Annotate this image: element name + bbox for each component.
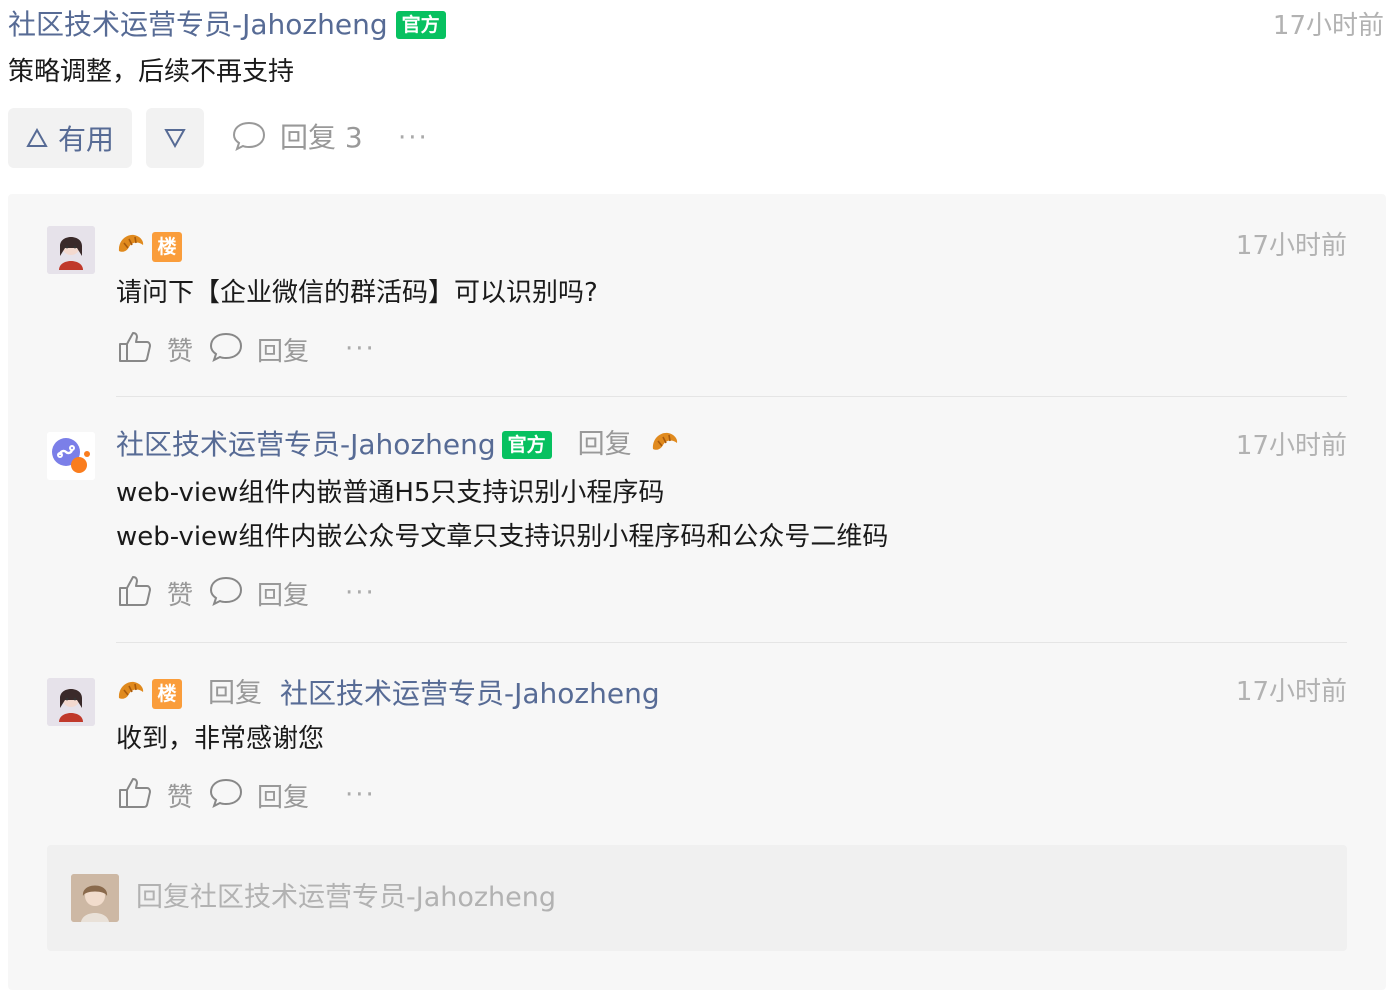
like-label[interactable]: 赞	[167, 331, 193, 368]
official-avatar-image	[47, 432, 95, 480]
reply-2-actions: 赞 回复 ···	[117, 574, 376, 612]
top-reply-button[interactable]: 回复 3	[232, 120, 363, 156]
croissant-icon	[116, 231, 146, 263]
reply-word: 回复	[208, 678, 262, 709]
top-comment-author[interactable]: 社区技术运营专员-Jahozheng	[8, 8, 388, 42]
more-button[interactable]: ···	[345, 580, 376, 606]
thumbs-up-icon[interactable]	[117, 330, 153, 368]
top-reply-label: 回复 3	[280, 121, 363, 154]
reply-3-actions: 赞 回复 ···	[117, 776, 376, 814]
downvote-button[interactable]	[146, 108, 204, 168]
comment-bubble-icon	[232, 120, 266, 156]
top-comment-header: 社区技术运营专员-Jahozheng 官方	[8, 8, 446, 42]
divider	[116, 642, 1347, 643]
reply-3-content: 收到，非常感谢您	[116, 724, 325, 754]
user-avatar-image	[47, 226, 95, 274]
floor-owner-badge: 楼	[152, 679, 182, 709]
avatar[interactable]	[47, 226, 95, 274]
reply-input-placeholder[interactable]: 回复社区技术运营专员-Jahozheng	[136, 882, 556, 914]
reply-label[interactable]: 回复	[257, 575, 309, 612]
reply-3-header: 楼 回复 社区技术运营专员-Jahozheng	[116, 677, 660, 711]
more-button[interactable]: ···	[345, 782, 376, 808]
top-more-button[interactable]: ···	[398, 125, 429, 151]
reply-to-author[interactable]: 社区技术运营专员-Jahozheng	[280, 677, 660, 711]
reply-1-time: 17小时前	[1235, 231, 1347, 261]
croissant-icon	[116, 678, 146, 710]
like-label[interactable]: 赞	[167, 777, 193, 814]
top-comment-time: 17小时前	[1272, 11, 1384, 41]
divider	[116, 396, 1347, 397]
reply-1-actions: 赞 回复 ···	[117, 330, 376, 368]
upvote-triangle-icon	[26, 122, 48, 155]
thumbs-up-icon[interactable]	[117, 776, 153, 814]
thumbs-up-icon[interactable]	[117, 574, 153, 612]
reply-2-time: 17小时前	[1235, 431, 1347, 461]
comment-bubble-icon[interactable]	[209, 575, 243, 611]
official-badge: 官方	[501, 431, 552, 459]
like-label[interactable]: 赞	[167, 575, 193, 612]
reply-3-time: 17小时前	[1235, 677, 1347, 707]
reply-1-header: 楼	[116, 231, 182, 263]
downvote-triangle-icon	[164, 122, 186, 155]
comment-bubble-icon[interactable]	[209, 331, 243, 367]
avatar[interactable]	[47, 432, 95, 480]
useful-label: 有用	[57, 123, 114, 156]
top-comment-content: 策略调整，后续不再支持	[8, 57, 295, 87]
useful-button[interactable]: 有用	[8, 108, 132, 168]
reply-2-content-line-1: web-view组件内嵌普通H5只支持识别小程序码	[116, 478, 665, 508]
reply-2-author[interactable]: 社区技术运营专员-Jahozheng	[116, 428, 496, 462]
reply-2-header: 社区技术运营专员-Jahozheng 官方 回复	[116, 428, 680, 462]
reply-label[interactable]: 回复	[257, 331, 309, 368]
comment-bubble-icon[interactable]	[209, 777, 243, 813]
croissant-icon	[650, 429, 680, 461]
reply-label[interactable]: 回复	[257, 777, 309, 814]
reply-2-content-line-2: web-view组件内嵌公众号文章只支持识别小程序码和公众号二维码	[116, 522, 889, 552]
official-badge: 官方	[395, 11, 446, 39]
avatar[interactable]	[47, 678, 95, 726]
user-avatar-image	[47, 678, 95, 726]
reply-1-content: 请问下【企业微信的群活码】可以识别吗?	[116, 278, 598, 308]
more-button[interactable]: ···	[345, 336, 376, 362]
floor-owner-badge: 楼	[152, 232, 182, 262]
my-avatar	[71, 874, 119, 922]
my-avatar-image	[71, 874, 119, 922]
reply-word: 回复	[577, 429, 632, 460]
